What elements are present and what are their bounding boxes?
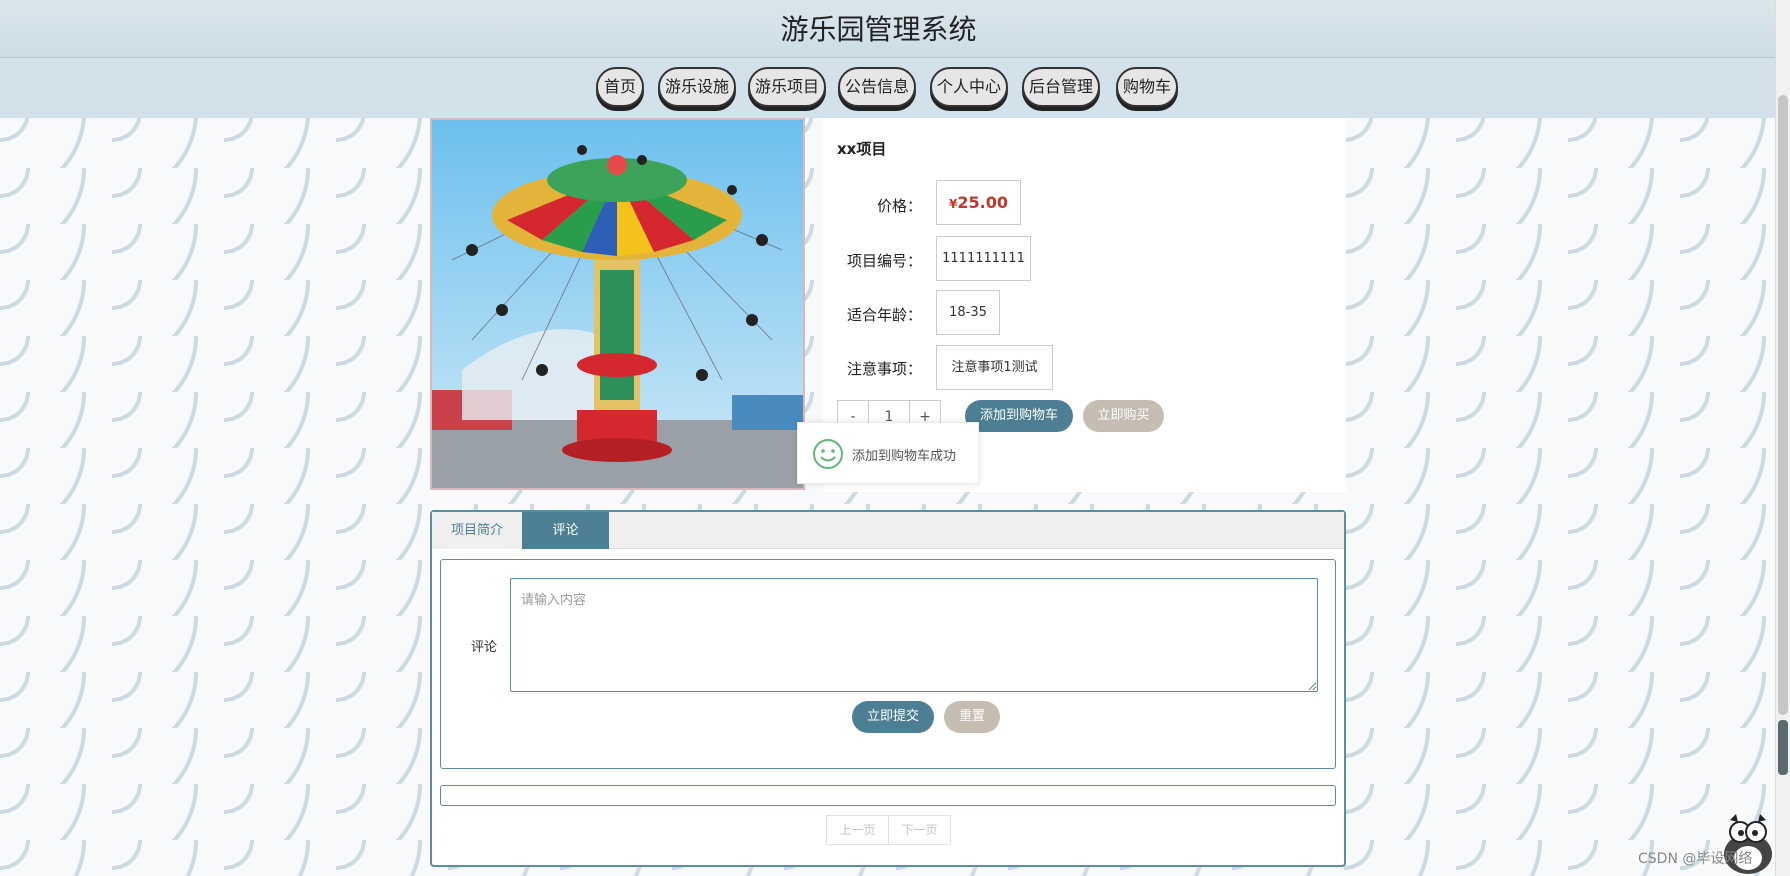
- nav-facilities[interactable]: 游乐设施: [658, 67, 736, 107]
- nav-personal-center[interactable]: 个人中心: [930, 67, 1008, 107]
- price-value-box: ¥25.00: [936, 180, 1021, 225]
- prev-page-button[interactable]: 上一页: [826, 815, 889, 845]
- nav-home[interactable]: 首页: [596, 67, 644, 107]
- comment-textarea[interactable]: [510, 578, 1318, 692]
- buy-now-button[interactable]: 立即购买: [1083, 400, 1164, 432]
- scrollbar-thumb[interactable]: [1778, 95, 1788, 715]
- nav-projects[interactable]: 游乐项目: [748, 67, 826, 107]
- page-scrollbar[interactable]: [1775, 0, 1790, 876]
- price-label: 价格：: [876, 197, 922, 215]
- add-to-cart-button[interactable]: 添加到购物车: [965, 400, 1073, 432]
- smile-icon: [813, 439, 843, 469]
- age-label: 适合年龄：: [846, 306, 922, 324]
- success-toast: 添加到购物车成功: [797, 422, 979, 484]
- code-label: 项目编号：: [846, 252, 922, 270]
- site-header: 游乐园管理系统: [0, 0, 1790, 58]
- carousel-ride-illustration: [432, 120, 803, 488]
- site-title: 游乐园管理系统: [780, 13, 977, 46]
- notes-value: 注意事项1测试: [936, 345, 1053, 390]
- tab-comments[interactable]: 评论: [522, 512, 609, 549]
- age-range-value: 18-35: [936, 290, 1000, 335]
- nav-announcements[interactable]: 公告信息: [838, 67, 916, 107]
- comment-form: 评论 立即提交 重置: [440, 559, 1336, 769]
- scrollbar-marker: [1778, 720, 1788, 775]
- detail-tabs-panel: 项目简介 评论 评论 立即提交 重置 上一页 下一页: [430, 510, 1346, 867]
- main-nav: 首页 游乐设施 游乐项目 公告信息 个人中心 后台管理 购物车: [0, 58, 1775, 118]
- product-name: xx项目: [837, 140, 887, 158]
- project-code-value: 1111111111: [936, 236, 1031, 281]
- product-image: [430, 118, 805, 490]
- nav-admin[interactable]: 后台管理: [1022, 67, 1100, 107]
- tab-bar: 项目简介 评论: [432, 512, 1344, 549]
- reset-button[interactable]: 重置: [944, 701, 1000, 733]
- price-value: 25.00: [957, 193, 1008, 212]
- tab-project-intro[interactable]: 项目简介: [432, 512, 522, 549]
- next-page-button[interactable]: 下一页: [888, 815, 951, 845]
- watermark-text: CSDN @毕设网络: [1638, 851, 1753, 867]
- submit-comment-button[interactable]: 立即提交: [852, 701, 934, 733]
- notes-label: 注意事项：: [846, 360, 922, 378]
- comment-list: [440, 785, 1336, 806]
- comment-label: 评论: [471, 640, 498, 655]
- toast-message: 添加到购物车成功: [852, 449, 957, 464]
- nav-cart[interactable]: 购物车: [1116, 67, 1178, 107]
